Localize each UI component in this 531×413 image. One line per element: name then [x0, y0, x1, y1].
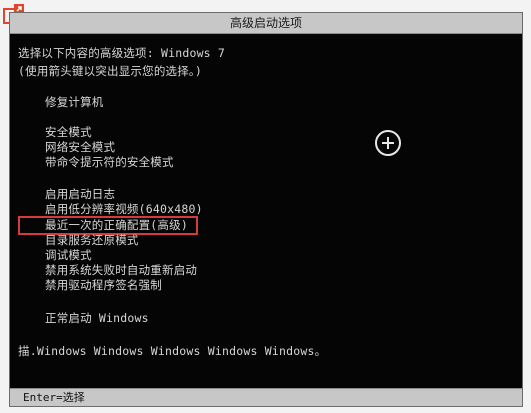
menu-item-safe-mode-cmd[interactable]: 带命令提示符的安全模式: [45, 155, 174, 169]
menu-item-boot-logging[interactable]: 启用启动日志: [45, 187, 115, 201]
menu-item-safe-mode-network[interactable]: 网络安全模式: [45, 140, 115, 154]
menu-item-disable-driver-sig[interactable]: 禁用驱动程序签名强制: [45, 278, 162, 292]
menu-item-debug-mode[interactable]: 调试模式: [45, 248, 92, 262]
menu-item-safe-mode[interactable]: 安全模式: [45, 125, 92, 139]
footer-hint: Enter=选择: [10, 388, 522, 406]
menu-item-low-res-video[interactable]: 启用低分辨率视频(640x480): [45, 202, 203, 216]
intro-line-1: 选择以下内容的高级选项: Windows 7: [18, 46, 226, 60]
option-description: 描.Windows Windows Windows Windows Window…: [18, 344, 327, 358]
screenshot-frame: 高级启动选项 选择以下内容的高级选项: Windows 7 (使用箭头键以突出显…: [0, 0, 531, 413]
menu-item-last-known-good[interactable]: 最近一次的正确配置(高级): [45, 218, 188, 232]
window-title: 高级启动选项: [10, 13, 522, 34]
boot-options-screen: 高级启动选项 选择以下内容的高级选项: Windows 7 (使用箭头键以突出显…: [9, 12, 523, 407]
crosshair-cursor-icon: [375, 130, 401, 156]
menu-item-start-normally[interactable]: 正常启动 Windows: [45, 311, 149, 325]
menu-item-repair[interactable]: 修复计算机: [45, 95, 104, 109]
intro-line-2: (使用箭头键以突出显示您的选择。): [18, 64, 202, 78]
menu-item-ds-restore[interactable]: 目录服务还原模式: [45, 233, 139, 247]
menu-item-disable-auto-restart[interactable]: 禁用系统失败时自动重新启动: [45, 263, 197, 277]
